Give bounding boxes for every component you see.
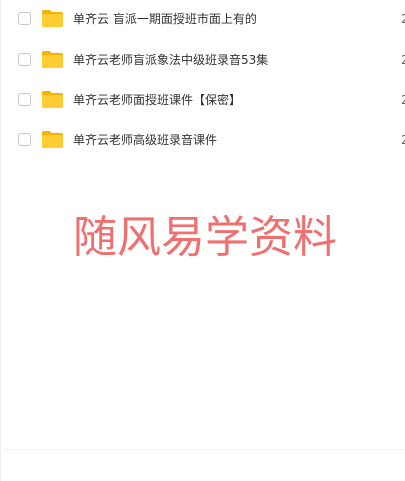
watermark-text: 随风易学资料 [73,212,337,263]
row-checkbox[interactable] [18,133,31,146]
file-name[interactable]: 单齐云老师高级班录音课件 [73,133,217,147]
file-meta: 2 [401,53,405,67]
folder-icon [42,131,63,148]
folder-icon [42,51,63,68]
row-checkbox[interactable] [18,93,31,106]
folder-icon [42,10,63,27]
row-checkbox[interactable] [18,53,31,66]
file-name[interactable]: 单齐云老师面授班课件【保密】 [73,93,241,107]
file-row[interactable]: 单齐云老师面授班课件【保密】 2 [1,80,405,120]
file-name[interactable]: 单齐云 盲派一期面授班市面上有的 [73,12,257,26]
file-meta: 2 [401,133,405,147]
file-row[interactable]: 单齐云老师高级班录音课件 2 [1,120,405,160]
folder-icon [42,91,63,108]
file-list: 单齐云 盲派一期面授班市面上有的 2 单齐云老师盲派象法中级班录音53集 2 单… [1,0,405,160]
file-panel: 单齐云 盲派一期面授班市面上有的 2 单齐云老师盲派象法中级班录音53集 2 单… [0,0,405,481]
divider [5,449,405,450]
file-meta: 2 [401,93,405,107]
file-meta: 2 [401,12,405,26]
row-checkbox[interactable] [18,12,31,25]
file-row[interactable]: 单齐云老师盲派象法中级班录音53集 2 [1,40,405,80]
file-name[interactable]: 单齐云老师盲派象法中级班录音53集 [73,53,268,67]
file-row[interactable]: 单齐云 盲派一期面授班市面上有的 2 [1,0,405,40]
